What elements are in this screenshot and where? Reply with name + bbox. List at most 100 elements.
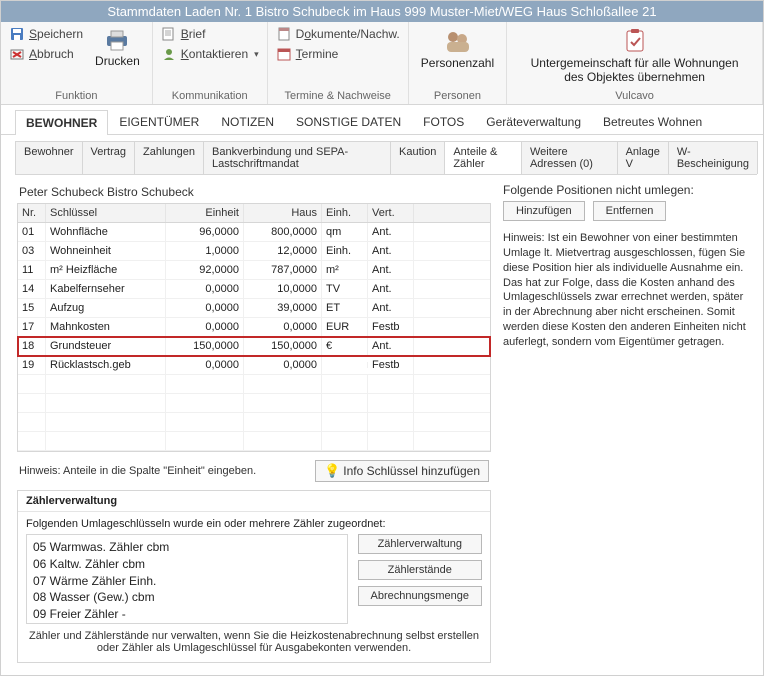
cell-einheit: 92,0000: [166, 261, 244, 279]
sub-tab-anlage-v[interactable]: Anlage V: [617, 141, 669, 174]
cell-einh: [322, 362, 368, 368]
table-row[interactable]: 14Kabelfernseher0,000010,0000TVAnt.: [18, 280, 490, 299]
cell-nr: 18: [18, 337, 46, 355]
cell-einh: Einh.: [322, 242, 368, 260]
calendar-icon: [276, 46, 292, 62]
list-item[interactable]: 06 Kaltw. Zähler cbm: [33, 556, 341, 573]
group-label-funktion: Funktion: [9, 88, 144, 102]
ribbon-group-vulcavo: Untergemeinschaft für alle Wohnungen des…: [507, 22, 763, 104]
personenzahl-button[interactable]: Personenzahl: [417, 26, 498, 72]
table-row[interactable]: 17Mahnkosten0,00000,0000EURFestb: [18, 318, 490, 337]
cell-einh: qm: [322, 223, 368, 241]
right-note: Hinweis: Ist ein Bewohner von einer best…: [503, 231, 751, 350]
zv-intro: Folgenden Umlageschlüsseln wurde ein ode…: [26, 518, 482, 530]
main-tab-eigentümer[interactable]: EIGENTÜMER: [108, 109, 210, 134]
kontaktieren-button[interactable]: Kontaktieren ▾: [161, 46, 259, 62]
anteile-grid: Nr. Schlüssel Einheit Haus Einh. Vert. 0…: [17, 203, 491, 452]
print-button[interactable]: Drucken: [91, 26, 144, 70]
col-einh[interactable]: Einh.: [322, 204, 368, 222]
main-tab-bewohner[interactable]: BEWOHNER: [15, 110, 108, 135]
cell-nr: 03: [18, 242, 46, 260]
abrechnungsmenge-button[interactable]: Abrechnungsmenge: [358, 586, 482, 606]
sub-tab-bankverbindung-und-sepa-lastschriftmandat[interactable]: Bankverbindung und SEPA-Lastschriftmanda…: [203, 141, 391, 174]
contact-icon: [161, 46, 177, 62]
cell-vert: Festb: [368, 318, 414, 336]
table-row[interactable]: 18Grundsteuer150,0000150,0000€Ant.: [18, 337, 490, 356]
right-heading: Folgende Positionen nicht umlegen:: [503, 183, 751, 197]
dokumente-label: Dokumente/Nachw.: [296, 27, 400, 41]
table-row[interactable]: 01Wohnfläche96,0000800,0000qmAnt.: [18, 223, 490, 242]
zaehler-list[interactable]: 05 Warmwas. Zähler cbm06 Kaltw. Zähler c…: [26, 534, 348, 624]
ribbon-group-personen: Personenzahl Personen: [409, 22, 507, 104]
list-item[interactable]: 08 Wasser (Gew.) cbm: [33, 589, 341, 606]
main-tab-sonstige-daten[interactable]: SONSTIGE DATEN: [285, 109, 412, 134]
content: Peter Schubeck Bistro Schubeck Nr. Schlü…: [15, 174, 757, 669]
sub-tab-vertrag[interactable]: Vertrag: [82, 141, 135, 174]
cell-einheit: 0,0000: [166, 356, 244, 374]
cell-einh: TV: [322, 280, 368, 298]
personenzahl-label: Personenzahl: [421, 56, 494, 70]
cell-haus: 39,0000: [244, 299, 322, 317]
cell-einh: m²: [322, 261, 368, 279]
cell-key: m² Heizfläche: [46, 261, 166, 279]
zaehlerverwaltung-title: Zählerverwaltung: [18, 491, 490, 512]
cell-haus: 10,0000: [244, 280, 322, 298]
entfernen-button[interactable]: Entfernen: [593, 201, 667, 221]
hint-text: Hinweis: Anteile in die Spalte "Einheit"…: [19, 465, 256, 477]
info-schluessel-label: Info Schlüssel hinzufügen: [343, 464, 480, 478]
list-item[interactable]: 07 Wärme Zähler Einh.: [33, 573, 341, 590]
cell-einheit: 1,0000: [166, 242, 244, 260]
termine-button[interactable]: Termine: [276, 46, 400, 62]
list-item[interactable]: 09 Freier Zähler -: [33, 606, 341, 623]
hinzufuegen-button[interactable]: Hinzufügen: [503, 201, 585, 221]
dokumente-button[interactable]: Dokumente/Nachw.: [276, 26, 400, 42]
cell-vert: Ant.: [368, 261, 414, 279]
left-pane: Peter Schubeck Bistro Schubeck Nr. Schlü…: [15, 175, 497, 669]
main-tab-betreutes-wohnen[interactable]: Betreutes Wohnen: [592, 109, 713, 134]
cell-key: Mahnkosten: [46, 318, 166, 336]
table-row[interactable]: 15Aufzug0,000039,0000ETAnt.: [18, 299, 490, 318]
col-haus[interactable]: Haus: [244, 204, 322, 222]
table-row[interactable]: 03Wohneinheit1,000012,0000Einh.Ant.: [18, 242, 490, 261]
info-schluessel-button[interactable]: 💡 Info Schlüssel hinzufügen: [315, 460, 489, 482]
zaehlerstaende-button[interactable]: Zählerstände: [358, 560, 482, 580]
cell-einh: EUR: [322, 318, 368, 336]
brief-button[interactable]: Brief: [161, 26, 259, 42]
sub-tab-bewohner[interactable]: Bewohner: [15, 141, 83, 174]
zv-note: Zähler und Zählerstände nur verwalten, w…: [26, 624, 482, 656]
chevron-down-icon: ▾: [252, 49, 259, 60]
cell-key: Grundsteuer: [46, 337, 166, 355]
save-icon: [9, 26, 25, 42]
zaehlerverwaltung-button[interactable]: Zählerverwaltung: [358, 534, 482, 554]
list-item[interactable]: 10 Freier Zähler -: [33, 623, 341, 624]
vulcavo-label: Untergemeinschaft für alle Wohnungen des…: [524, 56, 746, 84]
ribbon-group-kommunikation: Brief Kontaktieren ▾ Kommunikation: [153, 22, 268, 104]
table-row[interactable]: 19Rücklastsch.geb0,00000,0000Festb: [18, 356, 490, 375]
kontaktieren-label: Kontaktieren: [181, 47, 248, 61]
sub-tab-kaution[interactable]: Kaution: [390, 141, 445, 174]
col-nr[interactable]: Nr.: [18, 204, 46, 222]
cancel-button[interactable]: Abbruch: [9, 46, 83, 62]
col-vert[interactable]: Vert.: [368, 204, 414, 222]
document-icon: [276, 26, 292, 42]
save-button[interactable]: Speichern: [9, 26, 83, 42]
sub-tab-weitere-adressen-0-[interactable]: Weitere Adressen (0): [521, 141, 618, 174]
sub-tab-anteile-z-hler[interactable]: Anteile & Zähler: [444, 141, 522, 174]
main-tab-geräteverwaltung[interactable]: Geräteverwaltung: [475, 109, 592, 134]
cell-vert: Festb: [368, 356, 414, 374]
table-row[interactable]: 11m² Heizfläche92,0000787,0000m²Ant.: [18, 261, 490, 280]
vulcavo-button[interactable]: Untergemeinschaft für alle Wohnungen des…: [520, 26, 750, 86]
cell-haus: 0,0000: [244, 318, 322, 336]
main-tab-fotos[interactable]: FOTOS: [412, 109, 475, 134]
owner-name: Peter Schubeck Bistro Schubeck: [17, 181, 491, 203]
col-schluessel[interactable]: Schlüssel: [46, 204, 166, 222]
list-item[interactable]: 05 Warmwas. Zähler cbm: [33, 539, 341, 556]
cell-einheit: 96,0000: [166, 223, 244, 241]
cell-nr: 14: [18, 280, 46, 298]
cancel-label: Abbruch: [29, 47, 74, 61]
sub-tab-w-bescheinigung[interactable]: W-Bescheinigung: [668, 141, 758, 174]
col-einheit[interactable]: Einheit: [166, 204, 244, 222]
letter-icon: [161, 26, 177, 42]
sub-tab-zahlungen[interactable]: Zahlungen: [134, 141, 204, 174]
main-tab-notizen[interactable]: NOTIZEN: [210, 109, 285, 134]
